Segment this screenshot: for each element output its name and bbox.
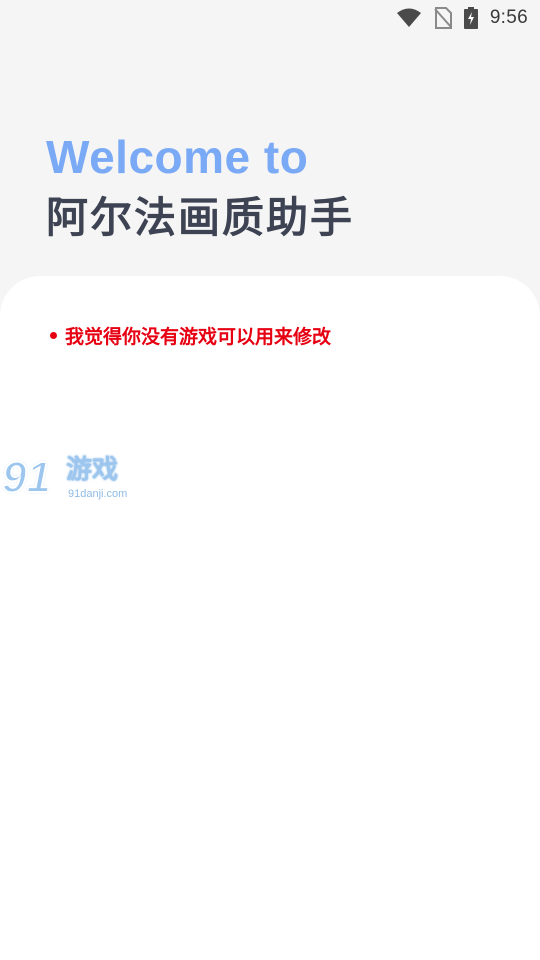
no-sim-icon <box>434 7 452 29</box>
watermark-url: 91danji.com <box>68 488 128 500</box>
status-time: 9:56 <box>489 7 528 28</box>
notice-text: 我觉得你没有游戏可以用来修改 <box>65 326 332 348</box>
watermark-number: 91 <box>1 452 52 503</box>
status-bar: 9:56 <box>0 0 540 36</box>
welcome-text: Welcome to <box>46 131 309 183</box>
watermark-logo: 91 游戏 91danji.com <box>1 452 136 507</box>
bullet-icon <box>50 332 57 339</box>
watermark-brand: 游戏 <box>66 455 119 485</box>
battery-charging-icon <box>463 7 478 29</box>
notice-message: 我觉得你没有游戏可以用来修改 <box>50 322 331 349</box>
app-name-title: 阿尔法画质助手 <box>46 193 355 242</box>
content-card <box>0 276 540 960</box>
hero: Welcome to 阿尔法画质助手 <box>46 130 354 246</box>
wifi-icon <box>396 8 422 28</box>
